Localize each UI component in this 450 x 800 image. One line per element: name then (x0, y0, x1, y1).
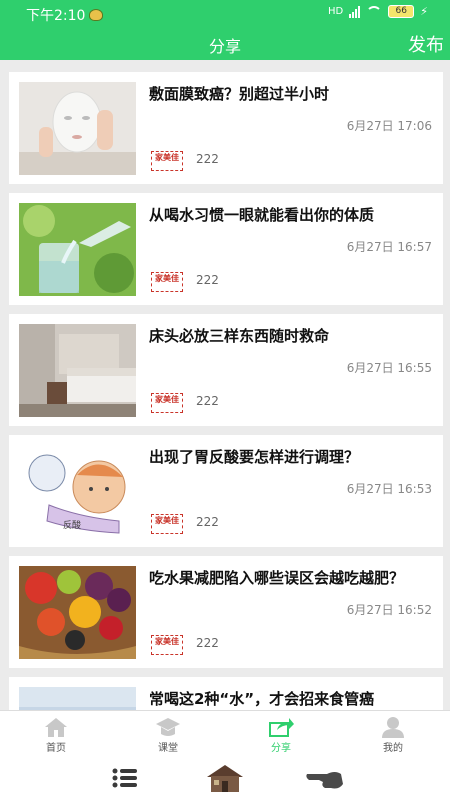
article-card[interactable]: 敷面膜致癌？别超过半小时 6月27日 17:06 家美佳 222 (9, 72, 443, 184)
article-card[interactable]: 床头必放三样东西随时救命 6月27日 16:55 家美佳 222 (9, 314, 443, 426)
article-thumbnail (19, 566, 136, 659)
bottom-tab-bar: 首页 课堂 分享 我的 (0, 710, 450, 758)
brand-logo: 家美佳 (151, 514, 183, 534)
network-type-label: HD (328, 6, 344, 17)
status-time: 下午2:10 (26, 5, 104, 25)
article-title: 从喝水习惯一眼就能看出你的体质 (149, 206, 375, 224)
status-indicators: HD 66 ⚡ (328, 5, 428, 18)
home-icon (45, 718, 67, 737)
tab-share[interactable]: 分享 (225, 711, 337, 759)
tab-label: 首页 (46, 743, 66, 754)
page-title: 分享 (208, 37, 241, 56)
article-title: 敷面膜致癌？别超过半小时 (149, 85, 330, 103)
tab-home[interactable]: 首页 (0, 711, 112, 759)
article-title: 出现了胃反酸要怎样进行调理？ (149, 448, 360, 466)
home-nav-icon[interactable] (205, 763, 245, 793)
view-count: 222 (196, 636, 219, 650)
brand-logo: 家美佳 (151, 151, 183, 171)
profile-icon (382, 717, 404, 738)
classroom-icon (156, 718, 180, 736)
article-thumbnail: 反酸 (19, 445, 136, 538)
tab-label: 课堂 (158, 743, 178, 754)
tab-label: 我的 (383, 743, 403, 754)
article-thumbnail (19, 203, 136, 296)
article-card[interactable]: 反酸 出现了胃反酸要怎样进行调理？ 6月27日 16:53 家美佳 222 (9, 435, 443, 547)
article-card[interactable]: 吃水果减肥陷入哪些误区会越吃越肥？ 6月27日 16:52 家美佳 222 (9, 556, 443, 668)
brand-logo: 家美佳 (151, 393, 183, 413)
article-thumbnail (19, 324, 136, 417)
article-date: 6月27日 16:53 (346, 482, 432, 496)
view-count: 222 (196, 273, 219, 287)
view-count: 222 (196, 515, 219, 529)
view-count: 222 (196, 394, 219, 408)
wifi-icon (366, 5, 383, 18)
status-bar: 下午2:10 HD 66 ⚡ (0, 0, 450, 28)
battery-icon: 66 (388, 5, 415, 18)
article-list[interactable]: 敷面膜致癌？别超过半小时 6月27日 17:06 家美佳 222 从喝水习惯一眼… (0, 60, 450, 710)
menu-icon[interactable] (111, 766, 139, 790)
brand-logo: 家美佳 (151, 272, 183, 292)
article-card[interactable]: 从喝水习惯一眼就能看出你的体质 6月27日 16:57 家美佳 222 (9, 193, 443, 305)
illustration-caption: 反酸 (63, 520, 81, 531)
publish-button[interactable]: 发布 (408, 31, 444, 57)
article-title: 吃水果减肥陷入哪些误区会越吃越肥？ (149, 569, 405, 587)
share-icon (269, 718, 294, 737)
brand-logo: 家美佳 (151, 635, 183, 655)
app-bar: 分享 发布 (0, 28, 450, 60)
notification-icon (89, 9, 104, 21)
article-date: 6月27日 16:55 (346, 361, 432, 375)
system-nav-bar (0, 758, 450, 800)
article-date: 6月27日 16:52 (346, 603, 432, 617)
article-thumbnail (19, 82, 136, 175)
charging-icon: ⚡ (420, 5, 428, 18)
back-hand-icon[interactable] (305, 766, 345, 792)
clock-text: 下午2:10 (26, 8, 86, 24)
signal-icon (349, 5, 361, 18)
tab-profile[interactable]: 我的 (337, 711, 449, 759)
tab-label: 分享 (271, 743, 291, 754)
article-card[interactable]: 常喝这2种“水”，才会招来食管癌 (9, 677, 443, 710)
article-title: 常喝这2种“水”，才会招来食管癌 (149, 690, 375, 708)
tab-classroom[interactable]: 课堂 (112, 711, 224, 759)
article-thumbnail (19, 687, 136, 710)
article-title: 床头必放三样东西随时救命 (149, 327, 330, 345)
article-date: 6月27日 16:57 (346, 240, 432, 254)
article-date: 6月27日 17:06 (346, 119, 432, 133)
view-count: 222 (196, 152, 219, 166)
